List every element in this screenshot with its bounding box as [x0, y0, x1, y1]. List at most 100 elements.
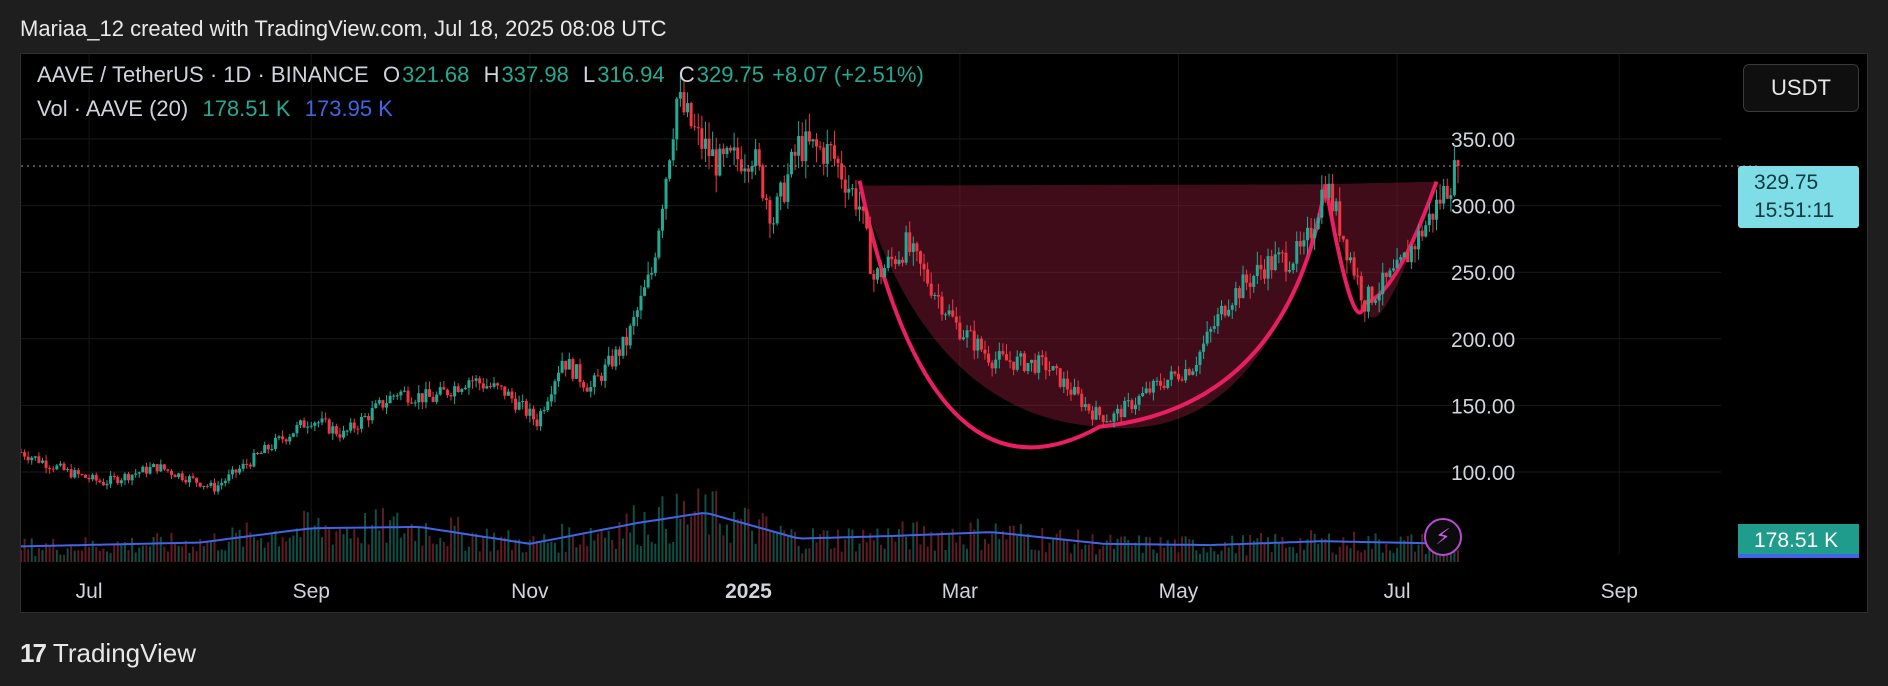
volume-bar — [392, 516, 395, 562]
volume-bar — [991, 533, 994, 562]
candle-body — [725, 147, 729, 155]
candle-body — [822, 147, 826, 164]
volume-bar — [514, 539, 517, 562]
volume-bar — [973, 529, 976, 562]
chart-canvas[interactable]: 100.00 150.00 200.00 250.00 300.00 350.00 Jul S… — [21, 54, 1869, 614]
volume-bar — [324, 525, 327, 562]
candle-body — [166, 469, 170, 471]
candle-body — [757, 149, 761, 166]
volume-bar — [743, 507, 746, 562]
volume-bar — [897, 529, 900, 562]
volume-label[interactable]: Vol · AAVE (20) — [37, 96, 188, 121]
candle-body — [940, 296, 944, 315]
candle-body — [277, 436, 281, 438]
volume-bar — [1087, 544, 1090, 562]
candle-body — [643, 287, 647, 296]
candle-body — [356, 428, 360, 430]
candle-body — [1255, 264, 1259, 276]
candle-body — [1055, 366, 1059, 369]
volume-bar — [1077, 529, 1080, 562]
volume-bar — [1356, 550, 1359, 562]
candle-body — [1004, 354, 1008, 361]
candle-body — [456, 386, 460, 392]
candle-body — [528, 408, 532, 416]
volume-bar — [41, 550, 44, 562]
lightning-icon[interactable]: ⚡︎ — [1424, 518, 1462, 556]
volume-bar — [360, 543, 363, 562]
candle-body — [1302, 240, 1306, 247]
high-label: H — [483, 62, 500, 87]
candle-body — [524, 401, 528, 416]
volume-bar — [722, 535, 725, 562]
volume-bar — [1417, 544, 1420, 562]
volume-bar — [252, 537, 255, 562]
candle-body — [639, 295, 643, 311]
volume-bar — [561, 523, 564, 562]
volume-bar — [63, 554, 66, 562]
candle-body — [1130, 400, 1134, 410]
candle-body — [696, 127, 700, 129]
symbol-label[interactable]: AAVE / TetherUS · 1D · BINANCE — [37, 62, 369, 87]
candle-body — [585, 387, 589, 392]
candle-body — [299, 420, 303, 426]
chart-area[interactable]: 100.00 150.00 200.00 250.00 300.00 350.00 Jul S… — [20, 53, 1868, 613]
volume-bar — [159, 537, 162, 562]
candle-body — [26, 456, 30, 461]
candle-body — [173, 474, 177, 478]
candle-body — [836, 158, 840, 164]
candle-body — [1080, 393, 1084, 408]
candle-body — [1420, 230, 1424, 237]
currency-button[interactable]: USDT — [1743, 64, 1859, 112]
candle-body — [324, 418, 328, 420]
candle-body — [746, 168, 750, 172]
candle-body — [786, 174, 790, 202]
volume-bar — [428, 535, 431, 562]
candle-body — [1331, 183, 1335, 212]
candle-body — [818, 146, 822, 148]
candle-body — [1452, 160, 1456, 196]
candle-body — [879, 268, 883, 278]
candle-body — [496, 383, 500, 386]
candle-body — [567, 359, 571, 370]
volume-bar — [331, 544, 334, 562]
candle-body — [438, 387, 442, 395]
volume-bar — [940, 531, 943, 562]
candle-body — [420, 393, 424, 403]
volume-bar — [1238, 543, 1241, 562]
volume-bar — [1155, 553, 1158, 562]
candle-body — [1298, 241, 1302, 247]
candle-body — [155, 464, 159, 472]
candle-body — [205, 485, 209, 487]
volume-bar — [23, 538, 26, 562]
volume-bar — [1148, 537, 1151, 562]
volume-bar — [1413, 551, 1416, 562]
close-value: 329.75 — [696, 62, 765, 87]
candle-body — [1277, 252, 1281, 255]
volume-bar — [604, 537, 607, 562]
volume-bar — [539, 542, 542, 562]
volume-bar — [209, 540, 212, 562]
candle-body — [994, 359, 998, 369]
volume-bar — [263, 547, 266, 562]
candle-body — [1445, 185, 1449, 199]
volume-bar — [407, 526, 410, 562]
candle-body — [471, 380, 475, 382]
y-tick-label: 350.00 — [1451, 129, 1515, 152]
candle-body — [488, 386, 492, 388]
candle-body — [1370, 286, 1374, 303]
volume-bar — [27, 548, 30, 562]
candle-body — [463, 387, 467, 390]
candle-body — [428, 389, 432, 397]
tradingview-logo[interactable]: 17 TradingView — [20, 638, 196, 669]
candle-body — [1159, 380, 1163, 386]
candle-body — [1352, 257, 1356, 276]
candle-body — [402, 390, 406, 392]
volume-bar — [1109, 534, 1112, 562]
volume-bar — [374, 509, 377, 562]
candle-body — [972, 330, 976, 351]
volume-bar — [854, 551, 857, 562]
volume-bar — [811, 528, 814, 562]
candle-body — [1227, 309, 1231, 316]
candle-body — [58, 463, 62, 466]
volume-bar — [765, 516, 768, 562]
